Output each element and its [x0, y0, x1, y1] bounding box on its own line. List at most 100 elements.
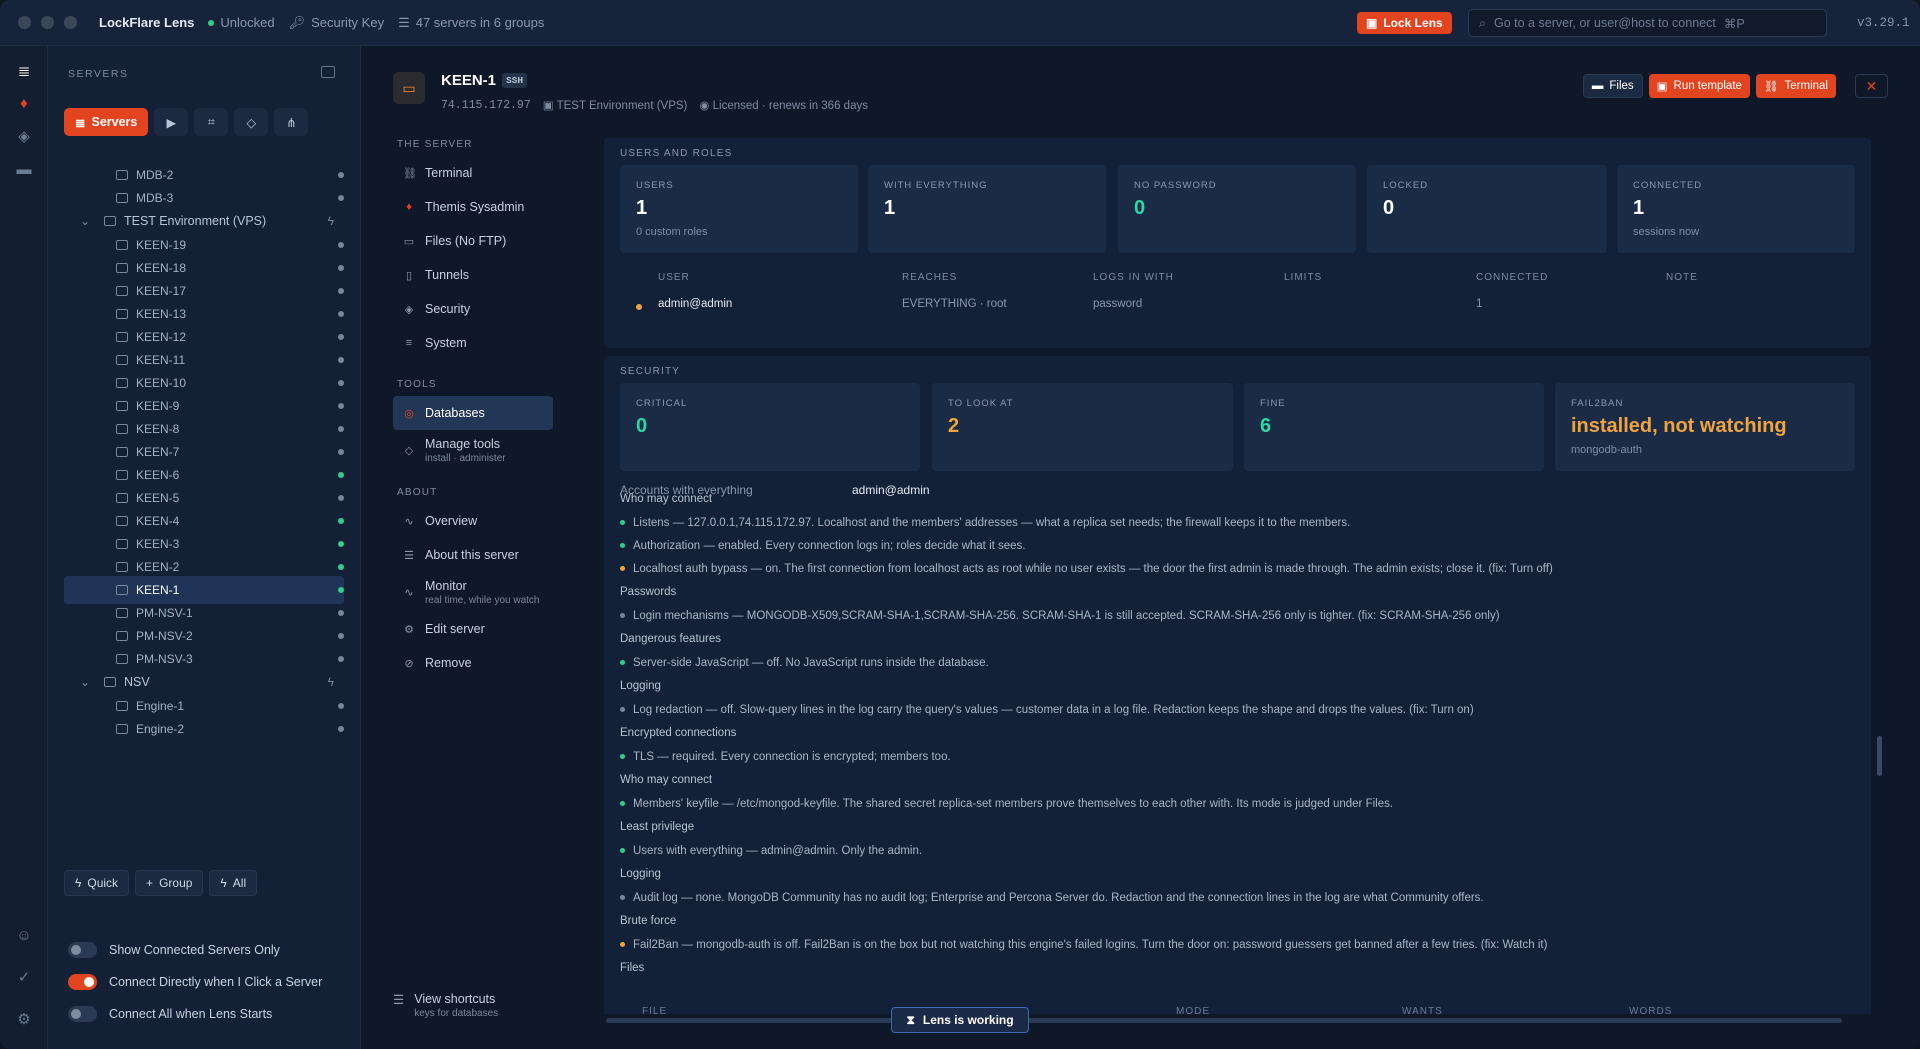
- nav-overview-label: Overview: [425, 514, 478, 528]
- server-icon: [116, 447, 128, 457]
- box-icon[interactable]: ◇: [234, 108, 269, 136]
- toggle-connect-all[interactable]: Connect All when Lens Starts: [68, 998, 322, 1030]
- toggle-show-connected[interactable]: Show Connected Servers Only: [68, 934, 322, 966]
- nav-tunnels[interactable]: ▯ Tunnels: [393, 258, 553, 292]
- nav-remove[interactable]: ⊘ Remove: [393, 646, 553, 680]
- chevron-down-icon[interactable]: ⌄: [64, 214, 98, 228]
- finding-item[interactable]: Authorization — enabled. Every connectio…: [620, 534, 1860, 557]
- close-window-button[interactable]: [18, 16, 31, 29]
- tab-servers[interactable]: ≣ Servers: [64, 108, 149, 136]
- horizontal-scrollbar[interactable]: [606, 1018, 1842, 1023]
- nav-monitor-sub: real time, while you watch: [425, 594, 540, 606]
- finding-status-dot: [620, 520, 625, 525]
- stat-value: 1: [636, 197, 648, 219]
- nav-about[interactable]: ☰ About this server: [393, 538, 553, 572]
- link-icon: ⛓: [1763, 81, 1779, 93]
- run-template-button[interactable]: ▣ Run template: [1648, 74, 1750, 98]
- stat-card: FAIL2BAN installed, not watching mongodb-a…: [1555, 383, 1855, 471]
- col-limits: LIMITS: [1284, 272, 1323, 283]
- finding-item[interactable]: Listens — 127.0.0.1,74.115.172.97. Local…: [620, 511, 1860, 534]
- database-icon: ◎: [404, 407, 414, 420]
- finding-item[interactable]: Users with everything — admin@admin. Onl…: [620, 839, 1860, 862]
- server-tree: MDB-2 MDB-3 ⌄ TEST Environment (VPS) ϟ KEEN-1…: [64, 152, 352, 852]
- toggle-connect-directly[interactable]: Connect Directly when I Click a Server: [68, 966, 322, 998]
- lock-lens-button[interactable]: ▣ Lock Lens: [1357, 12, 1452, 34]
- server-icon: [116, 170, 128, 180]
- bolt-icon[interactable]: ϟ: [328, 214, 334, 228]
- files-button[interactable]: ▬ Files: [1582, 74, 1643, 98]
- servers-icon[interactable]: ≣: [12, 59, 36, 83]
- finding-text: Fail2Ban — mongodb-auth is off. Fail2Ban…: [633, 938, 1548, 951]
- finding-text: Users with everything — admin@admin. Onl…: [633, 844, 923, 857]
- finding-item[interactable]: Members' keyfile — /etc/mongod-keyfile. …: [620, 792, 1860, 815]
- server-icon: [116, 332, 128, 342]
- nav-themis[interactable]: ♦ Themis Sysadmin: [393, 190, 553, 224]
- minimize-window-button[interactable]: [41, 16, 54, 29]
- finding-status-dot: [620, 543, 625, 548]
- stat-value: 0: [1134, 197, 1146, 219]
- all-button[interactable]: ϟ All: [209, 870, 258, 896]
- finding-item[interactable]: Audit log — none. MongoDB Community has …: [620, 886, 1860, 909]
- flame-icon: ♦: [406, 201, 412, 213]
- finding-item[interactable]: Login mechanisms — MONGODB-X509,SCRAM-SH…: [620, 604, 1860, 627]
- quick-button[interactable]: ϟ Quick: [64, 870, 130, 896]
- connection-status-dot: [338, 195, 344, 201]
- search-icon: ⌕: [1479, 15, 1487, 30]
- switch[interactable]: [68, 942, 97, 958]
- nav-manage-sub: install · administer: [425, 452, 506, 464]
- nav-edit[interactable]: ⚙ Edit server: [393, 612, 553, 646]
- nav-monitor[interactable]: ∿ Monitor real time, while you watch: [393, 572, 553, 612]
- connection-status-dot: [338, 311, 344, 317]
- nav-system[interactable]: ≡ System: [393, 326, 553, 360]
- verified-icon[interactable]: ✓: [12, 965, 36, 989]
- run-template-label: Run template: [1673, 80, 1742, 92]
- nav-files[interactable]: ▭ Files (No FTP): [393, 224, 553, 258]
- switch[interactable]: [68, 1006, 97, 1022]
- nav-databases[interactable]: ◎ Databases: [393, 396, 553, 430]
- nav-security[interactable]: ◈ Security: [393, 292, 553, 326]
- stat-value: installed, not watching: [1571, 415, 1787, 437]
- terminal-icon: [116, 516, 128, 526]
- users-icon[interactable]: ☺: [12, 923, 36, 947]
- add-group-button[interactable]: + Group: [135, 870, 204, 896]
- finding-item[interactable]: Localhost auth bypass — on. The first co…: [620, 557, 1860, 580]
- zoom-window-button[interactable]: [64, 16, 77, 29]
- table-row[interactable]: admin@admin EVERYTHING · root password 1: [604, 298, 1871, 318]
- code-icon[interactable]: ⌗: [194, 108, 229, 136]
- folder-icon[interactable]: ▬: [12, 157, 36, 181]
- database-icon: ▭: [393, 72, 425, 104]
- server-label: KEEN-13: [136, 307, 187, 321]
- nav-section-tools: TOOLS: [397, 378, 437, 390]
- bolt-icon[interactable]: ϟ: [328, 675, 334, 689]
- terminal-button[interactable]: ⛓ Terminal: [1755, 74, 1836, 98]
- play-icon[interactable]: ▶: [154, 108, 189, 136]
- server-meta: 74.115.172.97 ▣ TEST Environment (VPS) ◉…: [441, 98, 868, 113]
- finding-item[interactable]: Server-side JavaScript — off. No JavaScr…: [620, 651, 1860, 674]
- finding-item[interactable]: Fail2Ban — mongodb-auth is off. Fail2Ban…: [620, 933, 1860, 956]
- terminal-icon: [116, 585, 128, 595]
- finding-text: Authorization — enabled. Every connectio…: [633, 539, 1026, 552]
- close-icon[interactable]: ✕: [1855, 74, 1888, 98]
- chevron-down-icon[interactable]: ⌄: [64, 675, 98, 689]
- nav-overview[interactable]: ∿ Overview: [393, 504, 553, 538]
- nav-terminal[interactable]: ⛓ Terminal: [393, 156, 553, 190]
- server-label: MDB-3: [136, 191, 174, 205]
- finding-item[interactable]: TLS — required. Every connection is encr…: [620, 745, 1860, 768]
- collapse-sidebar-icon[interactable]: [321, 66, 335, 78]
- gear-icon[interactable]: ⚙: [12, 1007, 36, 1031]
- security-key-indicator[interactable]: 🔑︎ Security Key: [289, 15, 385, 31]
- server-item[interactable]: Engine-2: [64, 715, 344, 743]
- app-version: v3.29.1: [1857, 16, 1910, 30]
- flame-icon[interactable]: ♦: [12, 91, 36, 115]
- view-shortcuts[interactable]: ☰ View shortcuts keys for databases: [393, 992, 498, 1019]
- switch[interactable]: [68, 974, 97, 990]
- vertical-scrollbar[interactable]: [1877, 736, 1882, 776]
- network-icon[interactable]: ⋔: [274, 108, 309, 136]
- server-label: PM-NSV-3: [136, 652, 193, 666]
- finding-text: Audit log — none. MongoDB Community has …: [633, 891, 1484, 904]
- finding-item[interactable]: Log redaction — off. Slow-query lines in…: [620, 698, 1860, 721]
- search-input[interactable]: ⌕ Go to a server, or user@host to connect…: [1468, 9, 1827, 37]
- nav-remove-label: Remove: [425, 656, 472, 670]
- nav-manage-tools[interactable]: ◇ Manage tools install · administer: [393, 430, 553, 470]
- shield-icon[interactable]: ◈: [12, 124, 36, 148]
